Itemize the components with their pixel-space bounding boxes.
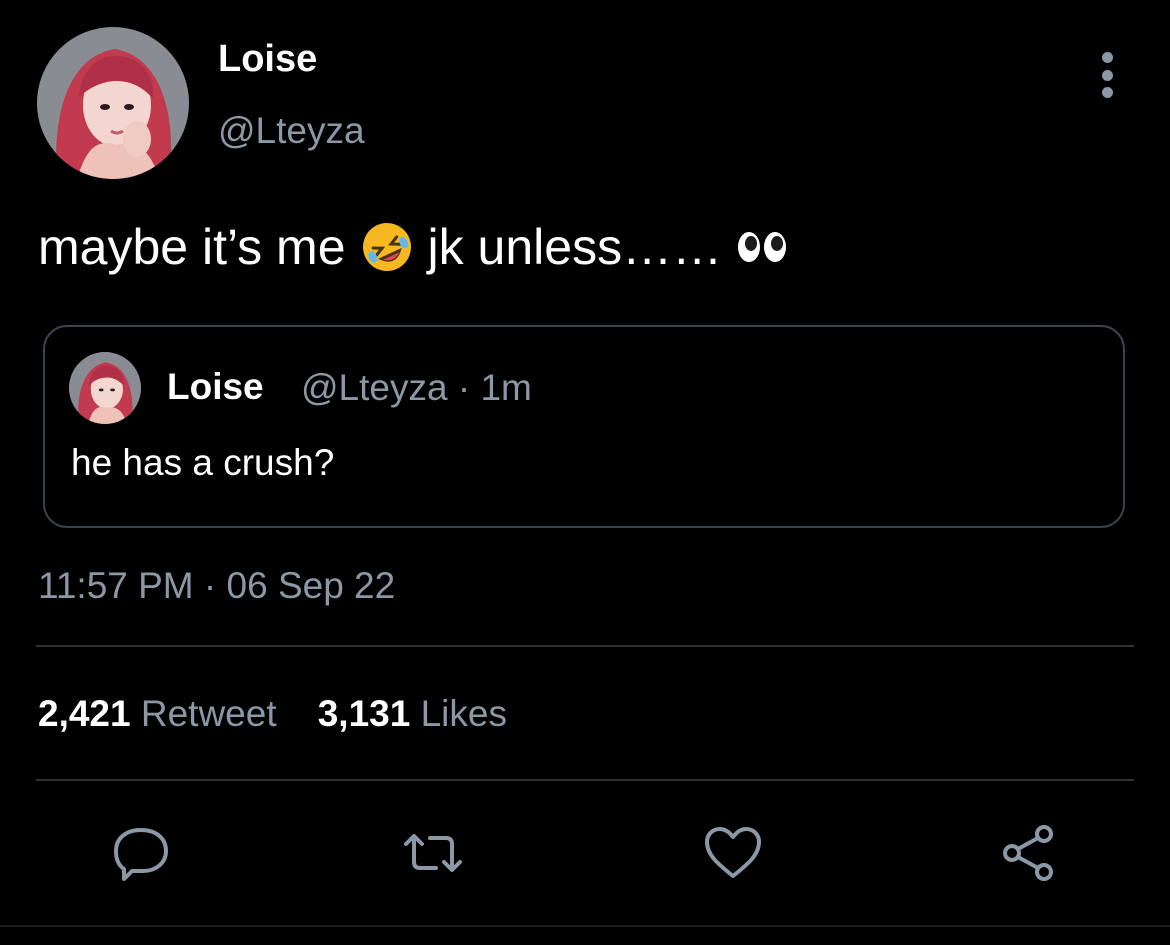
rolling-on-floor-laughing-emoji-icon (360, 220, 414, 274)
tweet-stats: 2,421 Retweet 3,131 Likes (38, 693, 507, 735)
divider (36, 779, 1134, 781)
retweet-icon[interactable] (402, 822, 464, 884)
eye (738, 232, 761, 262)
dot (1101, 87, 1113, 98)
tweet-timestamp[interactable]: 11:57 PM · 06 Sep 22 (38, 565, 395, 607)
dot (1101, 69, 1113, 81)
author-avatar[interactable] (37, 27, 189, 179)
author-handle[interactable]: @Lteyza (218, 110, 365, 152)
quoted-author-avatar[interactable] (69, 352, 141, 424)
dot (1101, 52, 1113, 63)
likes-count[interactable]: 3,131 (318, 693, 411, 734)
tweet-text-part-1: maybe it’s me (38, 219, 346, 275)
author-display-name[interactable]: Loise (218, 38, 317, 81)
like-icon[interactable] (702, 822, 764, 884)
eye (764, 232, 787, 262)
divider (0, 925, 1170, 927)
share-icon[interactable] (998, 822, 1060, 884)
reply-icon[interactable] (110, 822, 172, 884)
eyes-emoji-icon (738, 232, 787, 262)
action-bar (0, 822, 1170, 882)
tweet-text-part-2: jk unless…… (427, 219, 723, 275)
quoted-author-display-name: Loise (167, 366, 264, 407)
retweet-count[interactable]: 2,421 (38, 693, 131, 734)
divider (36, 645, 1134, 647)
profile-photo (69, 352, 141, 424)
profile-photo (37, 27, 189, 179)
quoted-tweet-text: he has a crush? (71, 442, 335, 483)
quoted-author-meta: @Lteyza · 1m (301, 367, 532, 408)
quoted-tweet-card[interactable]: Loise @Lteyza · 1m he has a crush? (43, 325, 1125, 528)
tweet-text: maybe it’s me jk unless…… (38, 218, 787, 276)
likes-label[interactable]: Likes (421, 693, 507, 734)
more-options-icon[interactable] (1092, 52, 1122, 98)
retweet-label[interactable]: Retweet (141, 693, 277, 734)
